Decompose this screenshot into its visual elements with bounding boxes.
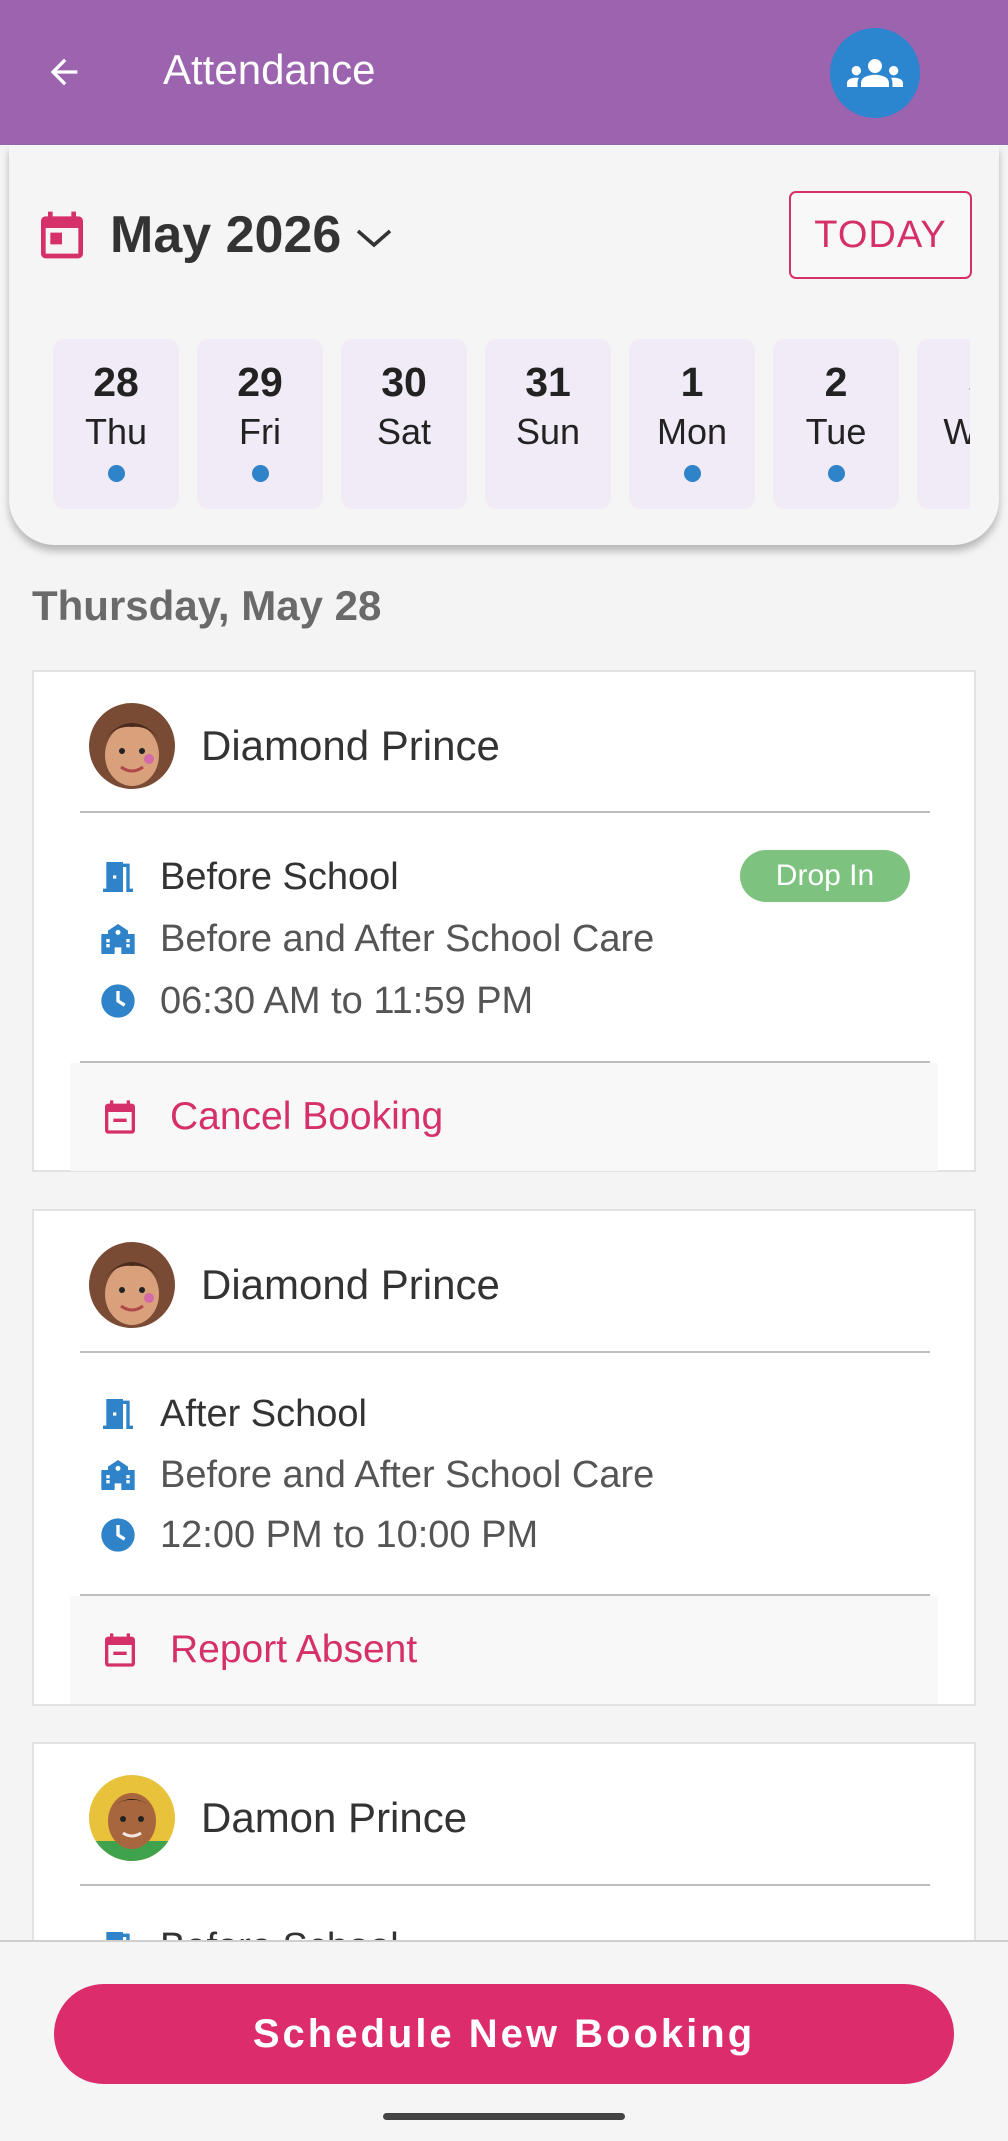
calendar-icon bbox=[34, 205, 90, 270]
program-label: Before and After School Care bbox=[160, 917, 655, 960]
child-name: Diamond Prince bbox=[201, 722, 500, 769]
day-number: 3 bbox=[917, 359, 970, 406]
session-row: Before School bbox=[94, 852, 399, 902]
avatar bbox=[89, 1242, 175, 1328]
day-cell[interactable]: 30 Sat bbox=[341, 339, 467, 509]
calendar-minus-icon bbox=[96, 1093, 144, 1141]
divider bbox=[80, 1351, 930, 1353]
event-dot bbox=[684, 465, 701, 482]
day-name: Sun bbox=[515, 411, 581, 452]
report-absent-button[interactable]: Report Absent bbox=[70, 1596, 938, 1704]
time-label: 12:00 PM to 10:00 PM bbox=[160, 1513, 539, 1556]
avatar bbox=[89, 1775, 175, 1861]
day-name: Mon bbox=[656, 411, 728, 452]
home-indicator[interactable] bbox=[383, 2113, 625, 2120]
arrow-left-icon bbox=[50, 58, 78, 86]
cancel-booking-label: Cancel Booking bbox=[170, 1095, 444, 1138]
event-dot bbox=[108, 465, 125, 482]
school-icon bbox=[94, 915, 142, 963]
event-dot bbox=[828, 465, 845, 482]
booking-card: Diamond Prince Before School Drop In Bef… bbox=[32, 670, 976, 1172]
day-number: 1 bbox=[680, 359, 704, 405]
chevron-down-icon[interactable] bbox=[354, 225, 394, 258]
bottom-action-bar: Schedule New Booking bbox=[0, 1940, 1008, 2141]
back-button[interactable] bbox=[34, 40, 94, 104]
today-button[interactable]: TODAY bbox=[789, 191, 972, 279]
day-cell[interactable]: 2 Tue bbox=[773, 339, 899, 509]
session-label: After School bbox=[160, 1392, 367, 1435]
day-name: Sat bbox=[376, 411, 432, 452]
child-name: Diamond Prince bbox=[201, 1261, 500, 1308]
divider bbox=[80, 1884, 930, 1886]
day-name: Wed bbox=[943, 411, 970, 452]
day-number: 28 bbox=[93, 359, 139, 405]
day-number: 31 bbox=[525, 359, 571, 405]
day-name: Thu bbox=[84, 411, 148, 452]
day-number: 29 bbox=[237, 359, 283, 405]
page-title: Attendance bbox=[163, 46, 376, 93]
booking-card: Diamond Prince After School Before and A… bbox=[32, 1209, 976, 1706]
time-label: 06:30 AM to 11:59 PM bbox=[160, 979, 534, 1022]
status-badge: Drop In bbox=[740, 850, 910, 902]
avatar bbox=[89, 703, 175, 789]
day-cell[interactable]: 28 Thu bbox=[53, 339, 179, 509]
app-bar: Attendance bbox=[0, 0, 1008, 145]
date-heading: Thursday, May 28 bbox=[32, 582, 382, 629]
children-switch-button[interactable] bbox=[830, 28, 920, 118]
day-cell[interactable]: 1 Mon bbox=[629, 339, 755, 509]
cancel-booking-button[interactable]: Cancel Booking bbox=[70, 1063, 938, 1171]
door-icon bbox=[94, 1390, 142, 1438]
report-absent-label: Report Absent bbox=[170, 1628, 418, 1671]
door-icon bbox=[94, 853, 142, 901]
day-name: Tue bbox=[805, 411, 867, 452]
program-row: Before and After School Care bbox=[94, 914, 654, 964]
day-strip[interactable]: 28 Thu 29 Fri 30 Sat 31 Sun 1 Mon 2 Tue bbox=[45, 339, 970, 511]
time-row: 12:00 PM to 10:00 PM bbox=[94, 1510, 538, 1560]
time-row: 06:30 AM to 11:59 PM bbox=[94, 976, 533, 1026]
people-group-icon bbox=[847, 59, 903, 87]
clock-icon bbox=[94, 1511, 142, 1559]
program-row: Before and After School Care bbox=[94, 1450, 654, 1500]
day-name: Fri bbox=[239, 411, 281, 452]
session-row: After School bbox=[94, 1389, 367, 1439]
calendar-minus-icon bbox=[96, 1626, 144, 1674]
child-name: Damon Prince bbox=[201, 1794, 468, 1841]
month-selector[interactable]: May 2026 bbox=[110, 205, 341, 265]
event-dot bbox=[252, 465, 269, 482]
day-number: 30 bbox=[381, 359, 427, 405]
school-icon bbox=[94, 1451, 142, 1499]
program-label: Before and After School Care bbox=[160, 1453, 655, 1496]
schedule-new-booking-button[interactable]: Schedule New Booking bbox=[54, 1984, 954, 2084]
day-cell[interactable]: 3 Wed bbox=[917, 339, 970, 509]
day-cell[interactable]: 31 Sun bbox=[485, 339, 611, 509]
day-cell[interactable]: 29 Fri bbox=[197, 339, 323, 509]
session-label: Before School bbox=[160, 855, 399, 898]
clock-icon bbox=[94, 977, 142, 1025]
calendar-card: May 2026 TODAY 28 Thu 29 Fri 30 Sat 31 S… bbox=[9, 145, 999, 545]
day-number: 2 bbox=[824, 359, 848, 405]
divider bbox=[80, 811, 930, 813]
